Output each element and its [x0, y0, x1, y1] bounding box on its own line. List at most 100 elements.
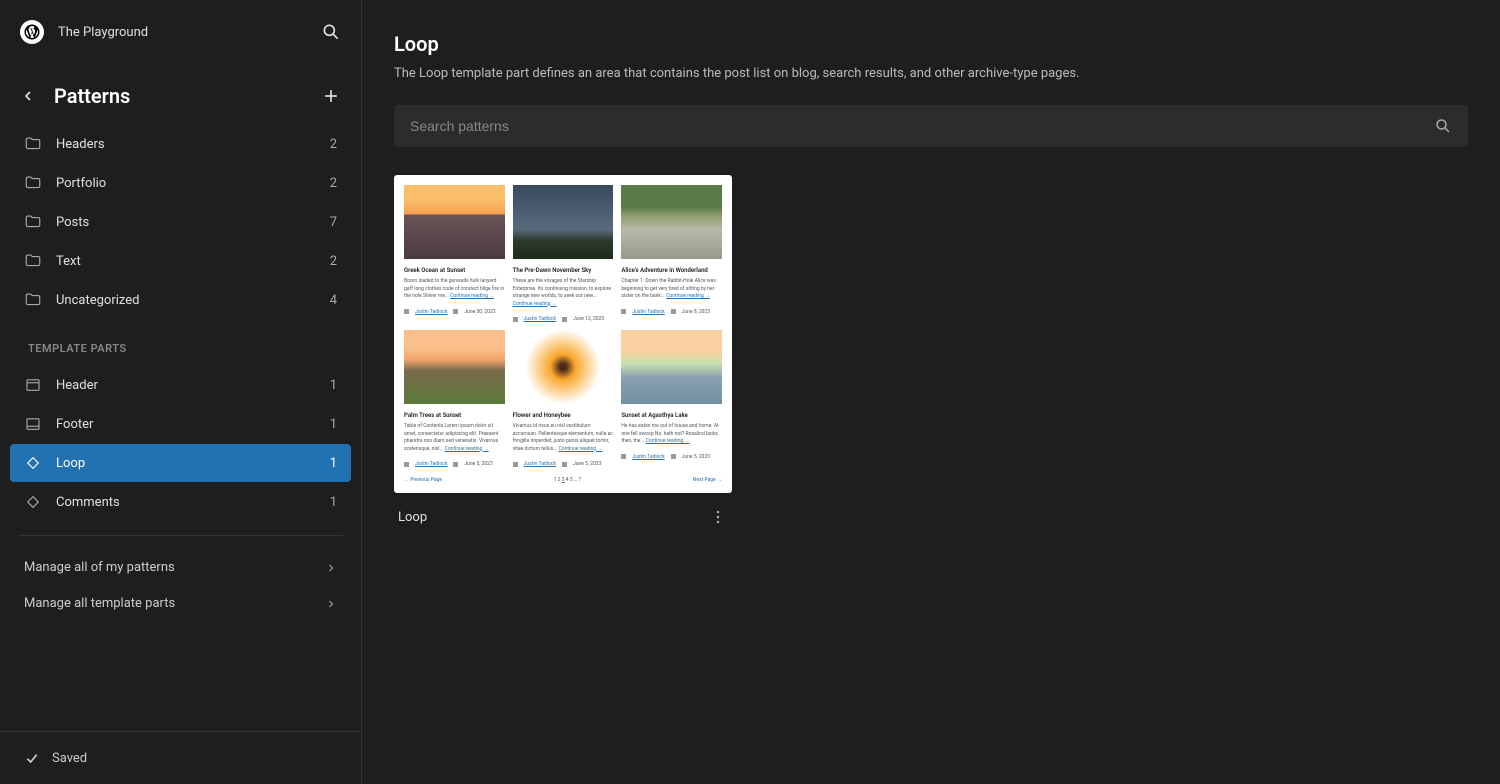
search-patterns-bar[interactable]: [394, 105, 1468, 147]
date: June 30, 2023: [464, 309, 495, 315]
author: Justin Tadlock: [524, 316, 556, 322]
continue-reading-link: Continue reading →: [666, 293, 710, 299]
calendar-icon: [671, 454, 676, 459]
manage-label: Manage all of my patterns: [24, 560, 175, 575]
folder-icon: [24, 135, 42, 153]
page-title: Loop: [394, 32, 1468, 56]
preview-post-excerpt: Chapter 1: Down the Rabbit-Hole Alice wa…: [621, 278, 722, 301]
wordpress-logo-icon[interactable]: [20, 20, 44, 44]
item-label: Posts: [56, 215, 89, 230]
continue-reading-link: Continue reading →: [558, 446, 602, 452]
saved-indicator: Saved: [0, 731, 361, 784]
preview-image: [621, 185, 722, 259]
category-item-headers[interactable]: Headers 2: [10, 125, 351, 163]
category-item-posts[interactable]: Posts 7: [10, 203, 351, 241]
template-part-header[interactable]: Header1: [10, 366, 351, 404]
item-label: Portfolio: [56, 176, 106, 191]
manage-link-1[interactable]: Manage all template parts: [10, 586, 351, 621]
preview-post-title: Alice's Adventure in Wonderland: [621, 267, 722, 274]
prev-page-link: ← Previous Page: [404, 477, 442, 483]
preview-post-meta: Justin Tadlock June 30, 2023: [404, 309, 505, 315]
item-count: 2: [330, 137, 337, 152]
template-part-comments[interactable]: Comments1: [10, 483, 351, 521]
continue-reading-link: Continue reading →: [450, 293, 494, 299]
preview-post-excerpt: These are the voyages of the Starship En…: [513, 278, 614, 308]
pencil-icon: [404, 309, 409, 314]
diamond-icon: [24, 454, 42, 472]
preview-post-4: Flower and Honeybee Vivamus id risus eu …: [513, 330, 614, 467]
header-icon: [24, 376, 42, 394]
author: Justin Tadlock: [632, 454, 664, 460]
calendar-icon: [453, 309, 458, 314]
main-content: Loop The Loop template part defines an a…: [362, 0, 1500, 784]
category-item-text[interactable]: Text2: [10, 242, 351, 280]
item-label: Headers: [56, 137, 105, 152]
continue-reading-link: Continue reading →: [513, 301, 557, 307]
template-parts-label: TEMPLATE PARTS: [10, 320, 351, 365]
item-label: Text: [56, 254, 81, 269]
category-item-uncategorized[interactable]: Uncategorized4: [10, 281, 351, 319]
footer-icon: [24, 415, 42, 433]
pencil-icon: [621, 454, 626, 459]
manage-link-0[interactable]: Manage all of my patterns: [10, 550, 351, 585]
diamond-icon: [24, 493, 42, 511]
continue-reading-link: Continue reading →: [646, 438, 690, 444]
author: Justin Tadlock: [632, 309, 664, 315]
item-label: Header: [56, 378, 98, 393]
preview-post-title: Flower and Honeybee: [513, 412, 614, 419]
preview-post-excerpt: Boom loaded to the gunwalls hulk lanyard…: [404, 278, 505, 301]
preview-post-title: Sunset at Agasthya Lake: [621, 412, 722, 419]
pattern-card: Greek Ocean at Sunset Boom loaded to the…: [394, 175, 732, 541]
sidebar: The Playground Patterns Headers2Portfoli…: [0, 0, 362, 784]
pattern-name: Loop: [398, 510, 427, 525]
preview-post-0: Greek Ocean at Sunset Boom loaded to the…: [404, 185, 505, 322]
preview-pagination: ← Previous Page 1 2 3 4 5 … 7 Next Page …: [404, 477, 722, 483]
folder-icon: [24, 174, 42, 192]
more-options-icon[interactable]: [708, 507, 728, 527]
preview-post-title: Greek Ocean at Sunset: [404, 267, 505, 274]
preview-image: [404, 185, 505, 259]
pencil-icon: [513, 462, 518, 467]
chevron-right-icon: [325, 562, 337, 574]
site-title[interactable]: The Playground: [58, 25, 148, 40]
item-count: 7: [330, 215, 337, 230]
pattern-footer: Loop: [394, 493, 732, 541]
template-part-loop[interactable]: Loop1: [10, 444, 351, 482]
preview-post-title: Palm Trees at Sunset: [404, 412, 505, 419]
folder-icon: [24, 213, 42, 231]
date: June 5, 2023: [573, 461, 601, 467]
site-header: The Playground: [0, 0, 361, 64]
preview-post-3: Palm Trees at Sunset Table of Contents L…: [404, 330, 505, 467]
saved-label: Saved: [52, 751, 87, 766]
item-label: Uncategorized: [56, 293, 139, 308]
patterns-header: Patterns: [0, 64, 361, 124]
back-chevron-icon[interactable]: [20, 88, 36, 104]
template-part-footer[interactable]: Footer 1: [10, 405, 351, 443]
search-icon[interactable]: [321, 22, 341, 42]
search-icon[interactable]: [1434, 117, 1452, 135]
date: June 8, 2023: [682, 309, 710, 315]
item-label: Footer: [56, 417, 93, 432]
category-item-portfolio[interactable]: Portfolio 2: [10, 164, 351, 202]
pattern-preview[interactable]: Greek Ocean at Sunset Boom loaded to the…: [394, 175, 732, 493]
preview-post-excerpt: Table of Contents Lorem ipsum dolor sit …: [404, 423, 505, 453]
search-patterns-input[interactable]: [410, 118, 1434, 134]
folder-icon: [24, 252, 42, 270]
author: Justin Tadlock: [415, 309, 447, 315]
folder-icon: [24, 291, 42, 309]
preview-post-1: The Pre-Dawn November Sky These are the …: [513, 185, 614, 322]
sidebar-scroll[interactable]: Headers2Portfolio2Posts7Text2Uncategoriz…: [0, 124, 361, 731]
chevron-right-icon: [325, 598, 337, 610]
preview-image: [513, 330, 614, 404]
preview-image: [513, 185, 614, 259]
author: Justin Tadlock: [524, 461, 556, 467]
pencil-icon: [513, 317, 518, 322]
preview-post-meta: Justin TadlockJune 5, 2023: [621, 454, 722, 460]
continue-reading-link: Continue reading →: [445, 446, 489, 452]
item-count: 1: [330, 417, 337, 432]
item-count: 2: [330, 176, 337, 191]
preview-post-5: Sunset at Agasthya Lake He has eaten me …: [621, 330, 722, 467]
add-pattern-icon[interactable]: [321, 86, 341, 106]
next-page-link: Next Page →: [693, 477, 722, 483]
item-label: Comments: [56, 495, 120, 510]
